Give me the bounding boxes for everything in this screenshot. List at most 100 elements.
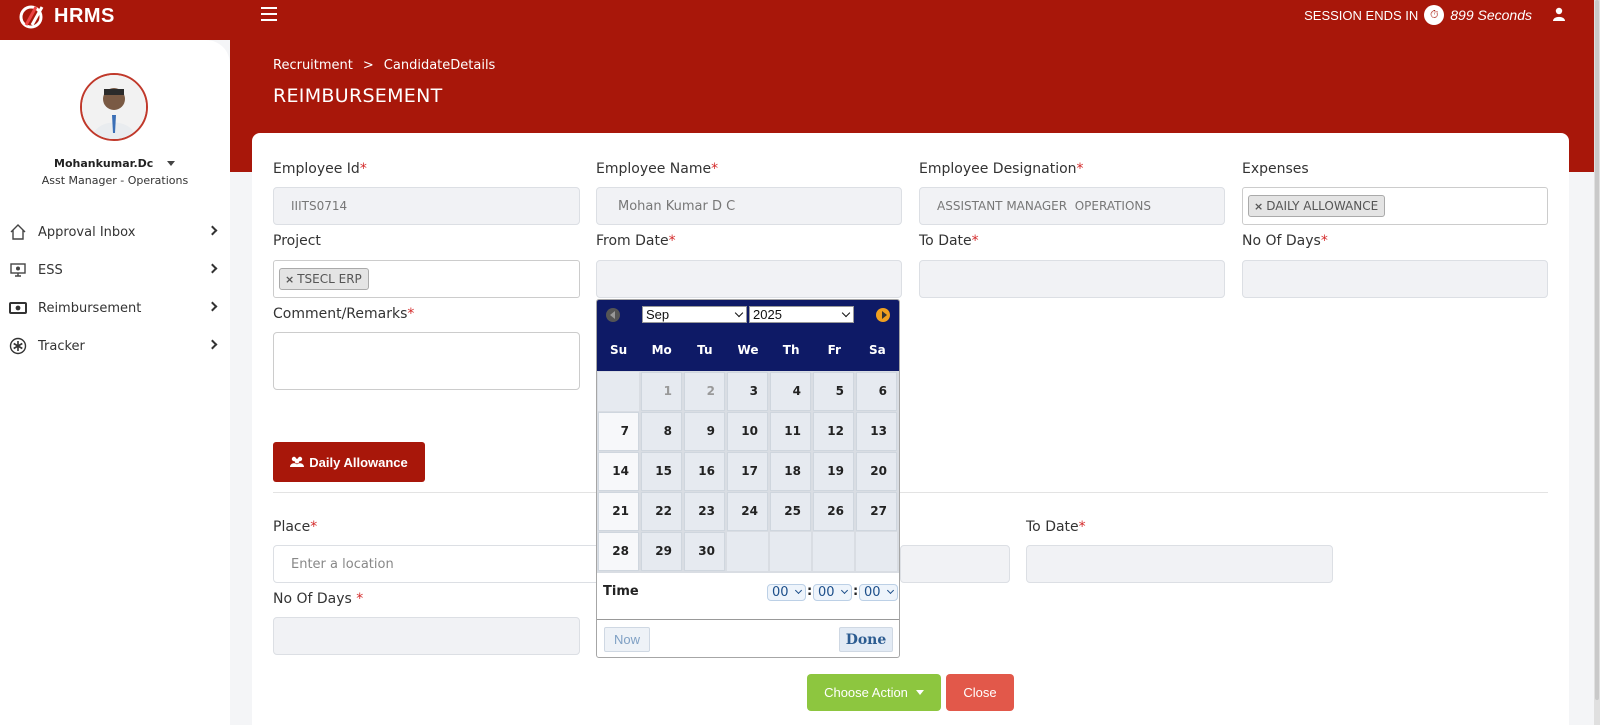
label-text: Employee Name	[596, 161, 712, 177]
section-divider	[273, 492, 1548, 493]
close-button[interactable]: Close	[946, 674, 1014, 711]
calendar-day[interactable]: 4	[770, 372, 811, 411]
now-button[interactable]: Now	[604, 627, 650, 652]
month-select[interactable]: Sep	[642, 306, 747, 323]
chevron-down-icon	[915, 690, 924, 695]
expense-tag: × DAILY ALLOWANCE	[1248, 195, 1386, 217]
calendar-day[interactable]: 12	[813, 412, 854, 451]
calendar-empty-cell	[856, 532, 897, 571]
chevron-right-icon	[207, 301, 218, 312]
scrollbar[interactable]	[1594, 0, 1600, 725]
calendar-day[interactable]: 16	[684, 452, 725, 491]
calendar-day[interactable]: 9	[684, 412, 725, 451]
sidebar-item-reimbursement[interactable]: Reimbursement	[0, 289, 230, 327]
chevron-right-icon	[207, 339, 218, 350]
employee-name-field[interactable]: Mohan Kumar D C	[596, 187, 902, 225]
chevron-right-icon	[207, 225, 218, 236]
prev-month-icon[interactable]	[606, 308, 620, 322]
hour-select[interactable]: 00	[767, 584, 806, 601]
second-select[interactable]: 00	[859, 584, 898, 601]
calendar-grid: 1 2 3 4 5 6 7 8 9 10 11 12 13 14 15 16 17 18 19 20 21 22 23 24 2…	[597, 371, 899, 573]
calendar-day[interactable]: 11	[770, 412, 811, 451]
project-tag: × TSECL ERP	[279, 268, 369, 290]
user-icon[interactable]	[1552, 7, 1566, 21]
calendar-day[interactable]: 14	[598, 452, 639, 491]
required-mark: *	[359, 161, 367, 177]
calendar-day[interactable]: 27	[856, 492, 897, 531]
da-to-date-field[interactable]	[1026, 545, 1333, 583]
sidebar-item-tracker[interactable]: Tracker	[0, 327, 230, 365]
calendar-day[interactable]: 8	[641, 412, 682, 451]
calendar-day[interactable]: 19	[813, 452, 854, 491]
sidebar-menu: Approval Inbox ESS Reimbursement Tracker	[0, 213, 230, 365]
no-of-days-field[interactable]	[1242, 260, 1548, 298]
calendar-day: 2	[684, 372, 725, 411]
second-value: 00	[864, 585, 881, 600]
user-name[interactable]: Mohankumar.Dc	[54, 157, 176, 170]
project-select[interactable]: × TSECL ERP	[273, 260, 580, 298]
required-mark: *	[1076, 161, 1084, 177]
weekday-label: Tu	[697, 343, 713, 357]
done-button[interactable]: Done	[839, 627, 893, 652]
expenses-select[interactable]: × DAILY ALLOWANCE	[1242, 187, 1548, 225]
daily-allowance-button[interactable]: Daily Allowance	[273, 442, 425, 482]
label-text: Employee Designation	[919, 161, 1077, 177]
calendar-day[interactable]: 22	[641, 492, 682, 531]
sidebar-item-ess[interactable]: ESS	[0, 251, 230, 289]
next-month-icon[interactable]	[876, 308, 890, 322]
year-select[interactable]: 2025	[749, 306, 854, 323]
from-date-field[interactable]	[596, 260, 902, 298]
comment-textarea[interactable]	[273, 332, 580, 390]
avatar[interactable]	[80, 73, 148, 141]
label-text: To Date	[919, 233, 972, 249]
calendar-day[interactable]: 18	[770, 452, 811, 491]
calendar-day[interactable]: 17	[727, 452, 768, 491]
calendar-day[interactable]: 21	[598, 492, 639, 531]
calendar-day[interactable]: 5	[813, 372, 854, 411]
app-name: HRMS	[54, 4, 115, 27]
employee-designation-field[interactable]: ASSISTANT MANAGER OPERATIONS	[919, 187, 1225, 225]
place-label: Place*	[273, 519, 317, 535]
required-mark: *	[971, 233, 979, 249]
remove-tag-icon[interactable]: ×	[285, 273, 294, 286]
calendar-empty-cell	[770, 532, 811, 571]
choose-action-button[interactable]: Choose Action	[807, 674, 941, 711]
calendar-day[interactable]: 24	[727, 492, 768, 531]
breadcrumb-recruitment[interactable]: Recruitment	[273, 58, 353, 73]
calendar-day[interactable]: 13	[856, 412, 897, 451]
chevron-down-icon[interactable]	[167, 161, 176, 166]
calendar-day[interactable]: 25	[770, 492, 811, 531]
employee-id-field[interactable]: IIITS0714	[273, 187, 580, 225]
to-date-field[interactable]	[919, 260, 1225, 298]
weekday-label: Mo	[651, 343, 672, 357]
from-date-label: From Date*	[596, 233, 676, 249]
avatar-photo	[82, 75, 146, 139]
calendar-day[interactable]: 29	[641, 532, 682, 571]
calendar-day[interactable]: 10	[727, 412, 768, 451]
calendar-day[interactable]: 26	[813, 492, 854, 531]
calendar-day[interactable]: 15	[641, 452, 682, 491]
da-no-of-days-field[interactable]	[273, 617, 580, 655]
calendar-day[interactable]: 7	[598, 412, 639, 451]
calendar-day[interactable]: 6	[856, 372, 897, 411]
calendar-day[interactable]: 28	[598, 532, 639, 571]
sidebar-item-approval-inbox[interactable]: Approval Inbox	[0, 213, 230, 251]
label-text: Employee Id	[273, 161, 360, 177]
da-from-date-field[interactable]	[900, 545, 1010, 583]
weekday-label: Sa	[869, 343, 886, 357]
calendar-day[interactable]: 20	[856, 452, 897, 491]
project-label: Project	[273, 233, 321, 249]
menu-toggle-icon[interactable]	[261, 7, 277, 21]
month-value: Sep	[646, 307, 670, 322]
app-logo[interactable]: HRMS	[18, 3, 115, 29]
logo-icon	[19, 5, 44, 29]
remove-tag-icon[interactable]: ×	[1254, 200, 1263, 213]
calendar-empty-cell	[727, 532, 768, 571]
da-no-of-days-label: No Of Days *	[273, 591, 363, 607]
calendar-day[interactable]: 30	[684, 532, 725, 571]
tag-label: DAILY ALLOWANCE	[1266, 199, 1379, 213]
calendar-day[interactable]: 23	[684, 492, 725, 531]
minute-select[interactable]: 00	[813, 584, 852, 601]
calendar-day[interactable]: 3	[727, 372, 768, 411]
datepicker: Sep 2025 Su Mo Tu We Th Fr Sa 1 2 3 4 5 6 7 8 9 10 11 12 1…	[596, 299, 900, 658]
